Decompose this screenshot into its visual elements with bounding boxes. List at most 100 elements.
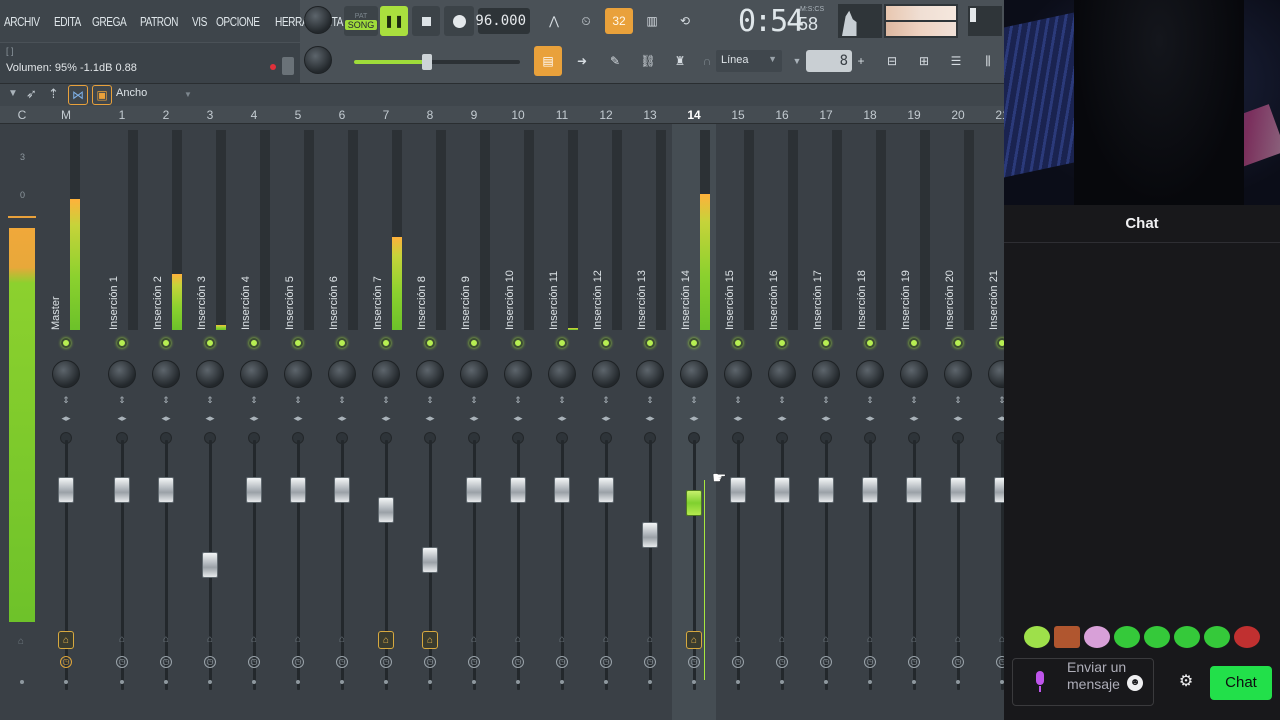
frog-happy-emote-icon[interactable] [1174, 626, 1200, 648]
piano-roll-icon[interactable]: ⊞ [910, 46, 938, 76]
fader-track[interactable] [385, 440, 388, 690]
strip-label[interactable]: Inserción 18 [856, 264, 870, 330]
chat-send-button[interactable]: Chat [1210, 666, 1272, 700]
clock-icon[interactable]: ◷ [996, 656, 1004, 668]
strip-number-3[interactable]: 3 [188, 106, 232, 124]
lock-icon[interactable]: ⌂ [818, 631, 834, 649]
time-display[interactable]: 0:54 M:S:CS 58 [736, 2, 824, 40]
insert-strip-2[interactable]: Inserción 2 ⇕ ◂▸ ⌂ ◷ [144, 124, 188, 720]
insert-strip-1[interactable]: Inserción 1 ⇕ ◂▸ ⌂ ◷ [100, 124, 144, 720]
stereo-swap-icon[interactable]: ◂▸ [380, 414, 392, 423]
stereo-separation-icon[interactable]: ⇕ [204, 396, 216, 405]
width-chevron-icon[interactable]: ▼ [184, 90, 192, 99]
stereo-swap-icon[interactable]: ◂▸ [908, 414, 920, 423]
route-dot[interactable] [648, 680, 652, 684]
mixer-menu-icon[interactable]: ▼ [8, 88, 18, 99]
strip-label[interactable]: Inserción 1 [108, 264, 122, 330]
volume-fader[interactable] [378, 497, 394, 523]
enable-led-icon[interactable] [205, 338, 215, 348]
lock-icon[interactable]: ⌂ [686, 631, 702, 649]
pat-song-toggle[interactable]: PAT SONG [344, 6, 378, 36]
strip-number-12[interactable]: 12 [584, 106, 628, 124]
menu-patron[interactable]: PATRON [140, 14, 178, 29]
pan-knob[interactable] [372, 360, 400, 388]
fader-track[interactable] [693, 440, 696, 690]
strip-number-4[interactable]: 4 [232, 106, 276, 124]
pan-knob[interactable] [460, 360, 488, 388]
insert-strip-20[interactable]: Inserción 20 ⇕ ◂▸ ⌂ ◷ [936, 124, 980, 720]
route-dot[interactable] [472, 680, 476, 684]
mixer-arrow-icon[interactable]: ➶ [26, 86, 37, 102]
lock-icon[interactable]: ⌂ [510, 631, 526, 649]
strip-number-13[interactable]: 13 [628, 106, 672, 124]
enable-led-icon[interactable] [61, 338, 71, 348]
stereo-swap-icon[interactable]: ◂▸ [952, 414, 964, 423]
pan-knob[interactable] [328, 360, 356, 388]
lock-icon[interactable]: ⌂ [334, 631, 350, 649]
stereo-separation-icon[interactable]: ⇕ [688, 396, 700, 405]
clock-icon[interactable]: ◷ [600, 656, 612, 668]
master-strip[interactable]: Master ⇕ ◂▸ ⌂ ◷ [44, 124, 88, 720]
strip-label[interactable]: Inserción 2 [152, 264, 166, 330]
route-dot[interactable] [428, 680, 432, 684]
volume-fader[interactable] [58, 477, 74, 503]
stereo-swap-icon[interactable]: ◂▸ [512, 414, 524, 423]
pan-knob[interactable] [240, 360, 268, 388]
route-dot[interactable] [868, 680, 872, 684]
lock-icon[interactable]: ⌂ [58, 631, 74, 649]
record-button[interactable] [444, 6, 474, 36]
stereo-separation-icon[interactable]: ⇕ [556, 396, 568, 405]
enable-led-icon[interactable] [469, 338, 479, 348]
stereo-separation-icon[interactable]: ⇕ [600, 396, 612, 405]
enable-led-icon[interactable] [865, 338, 875, 348]
stereo-swap-icon[interactable]: ◂▸ [688, 414, 700, 423]
route-dot[interactable] [560, 680, 564, 684]
volume-fader[interactable] [642, 522, 658, 548]
insert-strip-14[interactable]: Inserción 14 ⇕ ◂▸ ⌂ ◷ [672, 124, 716, 720]
lock-icon[interactable]: ⌂ [378, 631, 394, 649]
channel-rack-icon[interactable]: ☰ [942, 46, 970, 76]
stereo-separation-icon[interactable]: ⇕ [380, 396, 392, 405]
strip-label[interactable]: Inserción 20 [944, 264, 958, 330]
volume-fader[interactable] [950, 477, 966, 503]
strip-number-17[interactable]: 17 [804, 106, 848, 124]
menu-opciones[interactable]: OPCIONE [216, 14, 260, 29]
stereo-swap-icon[interactable]: ◂▸ [996, 414, 1004, 423]
strip-label[interactable]: Master [50, 264, 64, 330]
clock-icon[interactable]: ◷ [380, 656, 392, 668]
insert-strip-18[interactable]: Inserción 18 ⇕ ◂▸ ⌂ ◷ [848, 124, 892, 720]
route-dot[interactable] [956, 680, 960, 684]
fader-track[interactable] [649, 440, 652, 690]
insert-strip-15[interactable]: Inserción 15 ⇕ ◂▸ ⌂ ◷ [716, 124, 760, 720]
snap-select[interactable]: Línea ▼ [716, 50, 782, 72]
volume-fader[interactable] [202, 552, 218, 578]
route-dot[interactable] [252, 680, 256, 684]
pan-knob[interactable] [284, 360, 312, 388]
route-dot[interactable] [604, 680, 608, 684]
enable-led-icon[interactable] [909, 338, 919, 348]
insert-strip-5[interactable]: Inserción 5 ⇕ ◂▸ ⌂ ◷ [276, 124, 320, 720]
strip-number-9[interactable]: 9 [452, 106, 496, 124]
clock-icon[interactable]: ◷ [60, 656, 72, 668]
volume-fader[interactable] [422, 547, 438, 573]
clock-icon[interactable]: ◷ [820, 656, 832, 668]
strip-label[interactable]: Inserción 5 [284, 264, 298, 330]
stamp-tool-icon[interactable]: ♜ [666, 46, 694, 76]
stereo-swap-icon[interactable]: ◂▸ [820, 414, 832, 423]
stereo-swap-icon[interactable]: ◂▸ [336, 414, 348, 423]
stereo-separation-icon[interactable]: ⇕ [776, 396, 788, 405]
route-dot[interactable] [780, 680, 784, 684]
pan-knob[interactable] [108, 360, 136, 388]
strip-label[interactable]: Inserción 19 [900, 264, 914, 330]
pan-knob[interactable] [152, 360, 180, 388]
enable-led-icon[interactable] [733, 338, 743, 348]
menu-archivo[interactable]: ARCHIV [4, 14, 40, 29]
volume-fader[interactable] [862, 477, 878, 503]
main-volume-handle[interactable] [422, 54, 432, 70]
stereo-separation-icon[interactable]: ⇕ [468, 396, 480, 405]
insert-strip-8[interactable]: Inserción 8 ⇕ ◂▸ ⌂ ◷ [408, 124, 452, 720]
frog-headphones-emote-icon[interactable] [1144, 626, 1170, 648]
insert-strip-17[interactable]: Inserción 17 ⇕ ◂▸ ⌂ ◷ [804, 124, 848, 720]
stereo-swap-icon[interactable]: ◂▸ [60, 414, 72, 423]
insert-strip-7[interactable]: Inserción 7 ⇕ ◂▸ ⌂ ◷ [364, 124, 408, 720]
